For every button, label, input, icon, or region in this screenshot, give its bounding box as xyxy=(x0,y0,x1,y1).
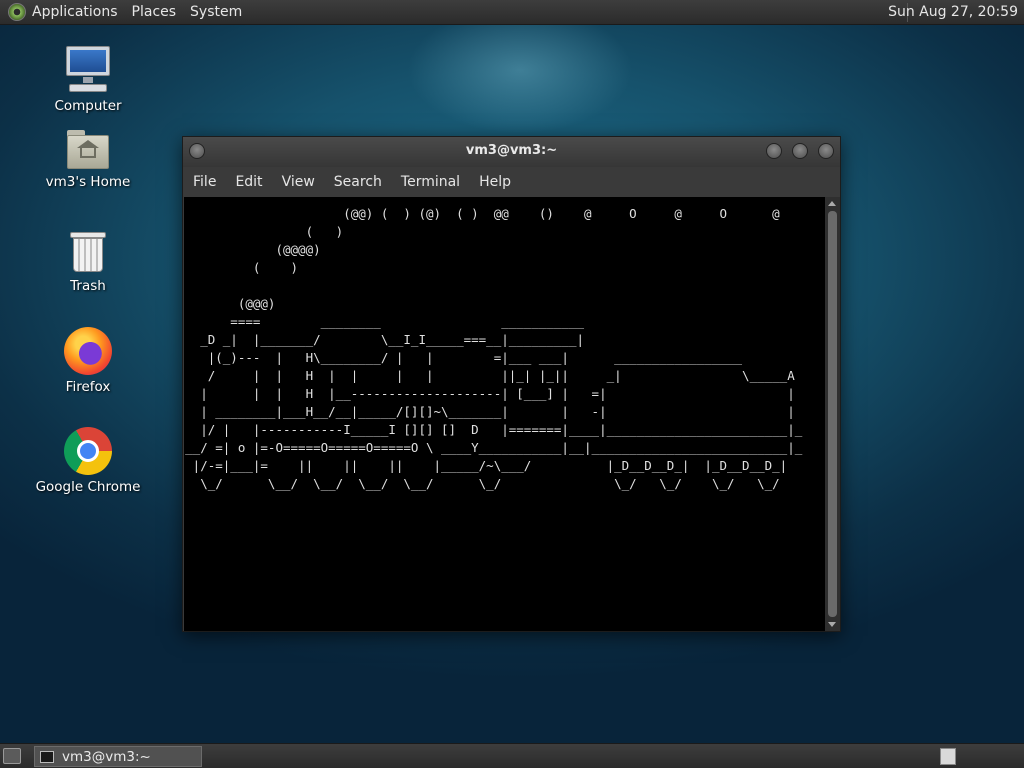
distro-logo-icon[interactable] xyxy=(8,3,26,21)
menu-edit[interactable]: Edit xyxy=(235,174,262,190)
clock[interactable]: Sun Aug 27, 20:59 xyxy=(888,4,1018,20)
desktop-icon-label: Trash xyxy=(70,278,106,294)
close-button[interactable] xyxy=(818,143,834,159)
chrome-icon xyxy=(64,427,112,475)
scrollbar-thumb[interactable] xyxy=(828,211,837,617)
window-menu-button[interactable] xyxy=(189,143,205,159)
terminal-output[interactable]: (@@) ( ) (@) ( ) @@ () @ O @ O @ ( ) (@@… xyxy=(184,197,825,631)
desktop-icon-chrome[interactable]: Google Chrome xyxy=(28,427,148,495)
top-panel: Applications Places System Sun Aug 27, 2… xyxy=(0,0,1024,25)
terminal-text: (@@) ( ) (@) ( ) @@ () @ O @ O @ ( ) (@@… xyxy=(185,206,803,491)
computer-icon xyxy=(63,46,113,94)
firefox-icon xyxy=(64,327,112,375)
desktop-icon-label: Firefox xyxy=(65,379,111,395)
menu-search[interactable]: Search xyxy=(334,174,382,190)
menu-view[interactable]: View xyxy=(282,174,315,190)
desktop-icon-label: Computer xyxy=(54,98,122,114)
desktop-icon-label: Google Chrome xyxy=(35,479,141,495)
window-titlebar[interactable]: vm3@vm3:~ xyxy=(183,137,840,167)
desktop-icon-computer[interactable]: Computer xyxy=(28,46,148,114)
trash-icon xyxy=(68,230,108,274)
terminal-window[interactable]: vm3@vm3:~ File Edit View Search Terminal… xyxy=(182,136,841,632)
minimize-button[interactable] xyxy=(766,143,782,159)
desktop-icon-trash[interactable]: Trash xyxy=(28,230,148,294)
terminal-scrollbar[interactable] xyxy=(825,197,840,631)
desktop-icon-home[interactable]: vm3's Home xyxy=(28,130,148,190)
scroll-up-arrow-icon[interactable] xyxy=(828,201,836,206)
terminal-icon xyxy=(40,750,54,763)
menu-system[interactable]: System xyxy=(190,4,242,20)
menu-file[interactable]: File xyxy=(193,174,216,190)
taskbar-item-terminal[interactable]: vm3@vm3:~ xyxy=(34,746,202,767)
bottom-panel: vm3@vm3:~ xyxy=(0,743,1024,768)
workspace-switcher[interactable] xyxy=(940,748,956,765)
taskbar-item-label: vm3@vm3:~ xyxy=(62,748,151,765)
maximize-button[interactable] xyxy=(792,143,808,159)
show-desktop-icon[interactable] xyxy=(3,748,21,764)
desktop-icon-label: vm3's Home xyxy=(45,174,131,190)
home-folder-icon xyxy=(65,130,111,170)
menu-places[interactable]: Places xyxy=(132,4,177,20)
scroll-down-arrow-icon[interactable] xyxy=(828,622,836,627)
menu-help[interactable]: Help xyxy=(479,174,511,190)
desktop-icon-firefox[interactable]: Firefox xyxy=(28,327,148,395)
terminal-menubar: File Edit View Search Terminal Help xyxy=(183,167,840,197)
menu-terminal[interactable]: Terminal xyxy=(401,174,460,190)
window-title: vm3@vm3:~ xyxy=(465,143,558,158)
menu-applications[interactable]: Applications xyxy=(32,4,118,20)
